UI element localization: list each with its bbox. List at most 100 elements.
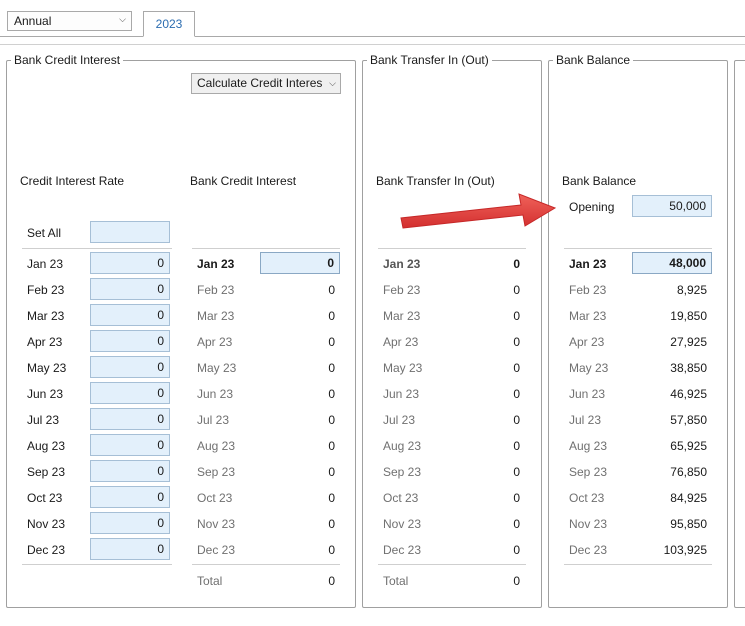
separator [378,248,526,249]
tab-strip-border [0,36,745,37]
tab-2023[interactable]: 2023 [143,11,195,37]
transfer-month-label: Jul 23 [383,413,416,427]
balance-month-label: Mar 23 [569,309,607,323]
transfer-total-label: Total [383,574,409,588]
interest-value: 0 [328,309,335,323]
rate-month-label: Aug 23 [27,439,66,453]
interest-month-label: Mar 23 [197,309,235,323]
rate-month-label: Mar 23 [27,309,65,323]
rate-input[interactable]: 0 [90,434,170,456]
rate-month-label: Apr 23 [27,335,63,349]
transfer-value: 0 [513,517,520,531]
transfer-month-label: Sep 23 [383,465,422,479]
rate-input[interactable]: 0 [90,486,170,508]
credit-interest-rate-header: Credit Interest Rate [20,174,125,188]
balance-month-label: Jan 23 [569,257,607,271]
chevron-down-icon: ⌵ [329,78,336,88]
balance-value: 84,925 [670,491,707,505]
transfer-month-label: May 23 [383,361,423,375]
balance-value: 38,850 [670,361,707,375]
rate-month-label: Sep 23 [27,465,66,479]
rate-month-label: Jul 23 [27,413,60,427]
balance-value: 76,850 [670,465,707,479]
interest-value: 0 [328,335,335,349]
transfer-month-label: Jun 23 [383,387,420,401]
interest-value: 0 [328,543,335,557]
interest-value: 0 [328,283,335,297]
rate-input[interactable]: 0 [90,382,170,404]
transfer-month-label: Mar 23 [383,309,421,323]
bank-credit-interest-header: Bank Credit Interest [190,174,297,188]
transfer-month-label: Oct 23 [383,491,419,505]
interest-value: 0 [328,465,335,479]
balance-value: 65,925 [670,439,707,453]
credit-interest-total-label: Total [197,574,223,588]
balance-month-label: Aug 23 [569,439,608,453]
balance-group-title: Bank Balance [553,53,634,67]
rate-input[interactable]: 0 [90,408,170,430]
transfer-total-value: 0 [513,574,520,588]
credit-interest-total-value: 0 [328,574,335,588]
rate-month-label: May 23 [27,361,67,375]
separator [564,248,712,249]
set-all-label: Set All [27,226,62,240]
balance-value: 46,925 [670,387,707,401]
separator [192,248,340,249]
transfer-value: 0 [513,361,520,375]
balance-month-label: Apr 23 [569,335,605,349]
rate-input[interactable]: 0 [90,278,170,300]
interest-month-label: Jun 23 [197,387,234,401]
interest-value: 0 [328,439,335,453]
rate-input[interactable]: 0 [90,356,170,378]
rate-month-label: Oct 23 [27,491,63,505]
rate-input[interactable]: 0 [90,304,170,326]
separator [22,564,172,565]
rate-input[interactable]: 0 [90,252,170,274]
rate-month-label: Jun 23 [27,387,64,401]
separator [192,564,340,565]
rate-input[interactable]: 0 [90,538,170,560]
balance-header: Bank Balance [562,174,637,188]
period-select-value: Annual [14,14,52,28]
interest-month-label: Aug 23 [197,439,236,453]
set-all-input[interactable] [90,221,170,243]
separator [564,564,712,565]
annotation-arrow-icon [400,193,557,229]
interest-month-label: Dec 23 [197,543,236,557]
calculate-credit-interest-button[interactable]: Calculate Credit Interes ⌵ [191,73,341,94]
interest-month-label: Feb 23 [197,283,235,297]
interest-value: 0 [328,517,335,531]
balance-month-label: May 23 [569,361,609,375]
balance-value: 8,925 [676,283,707,297]
transfer-value: 0 [513,387,520,401]
transfer-month-label: Aug 23 [383,439,422,453]
transfer-value: 0 [513,413,520,427]
balance-month-label: Oct 23 [569,491,605,505]
interest-month-label: Apr 23 [197,335,233,349]
rate-input[interactable]: 0 [90,460,170,482]
transfer-value: 0 [513,543,520,557]
rate-input[interactable]: 0 [90,512,170,534]
credit-interest-group-title: Bank Credit Interest [11,53,124,67]
transfer-month-label: Jan 23 [383,257,421,271]
balance-month-label: Feb 23 [569,283,607,297]
transfer-value: 0 [513,491,520,505]
opening-balance-input[interactable]: 50,000 [632,195,712,217]
period-select[interactable]: Annual ⌵ [7,11,132,31]
next-group-partial [734,60,745,608]
balance-input[interactable]: 48,000 [632,252,712,274]
chevron-down-icon: ⌵ [119,14,126,24]
divider [0,44,745,45]
transfer-header: Bank Transfer In (Out) [376,174,495,188]
transfer-value: 0 [513,439,520,453]
rate-input[interactable]: 0 [90,330,170,352]
transfer-value: 0 [513,465,520,479]
interest-month-label: May 23 [197,361,237,375]
transfer-month-label: Dec 23 [383,543,422,557]
balance-month-label: Dec 23 [569,543,608,557]
interest-input[interactable]: 0 [260,252,340,274]
interest-month-label: Jul 23 [197,413,230,427]
rate-month-label: Dec 23 [27,543,66,557]
interest-month-label: Nov 23 [197,517,236,531]
transfer-month-label: Nov 23 [383,517,422,531]
